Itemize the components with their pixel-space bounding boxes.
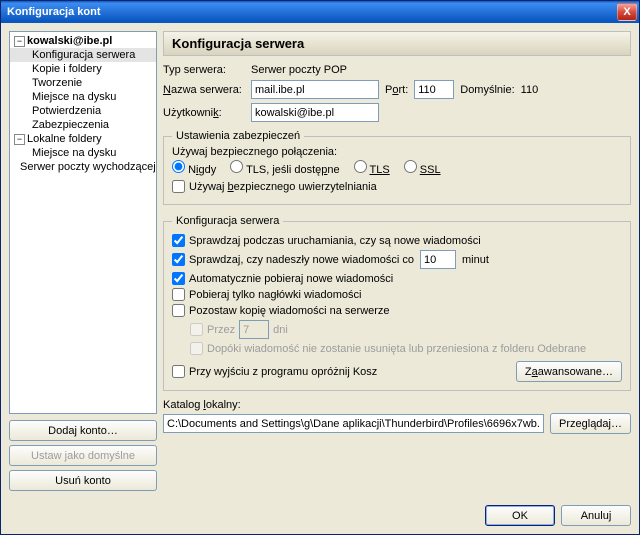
tree-item-disk[interactable]: Miejsce na dysku <box>10 90 156 104</box>
local-dir-label: Katalog lokalny: <box>163 399 631 411</box>
browse-button[interactable]: Przeglądaj… <box>550 413 631 434</box>
tree-local-folders[interactable]: −Lokalne foldery <box>10 132 156 146</box>
server-name-row: Nazwa serwera: Port: Domyślnie: 110 <box>163 80 631 99</box>
for-days-unit: dni <box>273 324 288 336</box>
server-type-row: Typ serwera: Serwer poczty POP <box>163 64 631 76</box>
content-area: −kowalski@ibe.pl Konfiguracja serwera Ko… <box>1 23 639 499</box>
auto-download-label: Automatycznie pobieraj nowe wiadomości <box>189 273 393 285</box>
check-startup-checkbox[interactable] <box>172 234 185 247</box>
remove-account-button[interactable]: Usuń konto <box>9 470 157 491</box>
user-input[interactable] <box>251 103 379 122</box>
tree-item-server-config[interactable]: Konfiguracja serwera <box>10 48 156 62</box>
leave-copy-checkbox[interactable] <box>172 304 185 317</box>
security-legend: Ustawienia zabezpieczeń <box>172 130 304 142</box>
security-fieldset: Ustawienia zabezpieczeń Używaj bezpieczn… <box>163 130 631 205</box>
check-interval-label-a: Sprawdzaj, czy nadeszły nowe wiadomości … <box>189 254 414 266</box>
account-tree[interactable]: −kowalski@ibe.pl Konfiguracja serwera Ko… <box>9 31 157 414</box>
server-config-legend: Konfiguracja serwera <box>172 215 283 227</box>
close-button[interactable]: X <box>617 3 637 21</box>
tree-item-copies[interactable]: Kopie i foldery <box>10 62 156 76</box>
secure-auth-checkbox[interactable] <box>172 180 185 193</box>
default-port-label: Domyślnie: <box>460 84 514 96</box>
for-days-checkbox <box>190 323 203 336</box>
secure-conn-label: Używaj bezpiecznego połączenia: <box>172 146 622 158</box>
server-type-label: Typ serwera: <box>163 64 245 76</box>
server-name-label: Nazwa serwera: <box>163 84 245 96</box>
cancel-button[interactable]: Anuluj <box>561 505 631 526</box>
check-interval-label-b: minut <box>462 254 489 266</box>
local-dir-input[interactable] <box>163 414 544 433</box>
main-panel: Konfiguracja serwera Typ serwera: Serwer… <box>163 31 631 491</box>
tree-outgoing[interactable]: Serwer poczty wychodzącej (S… <box>10 160 156 174</box>
for-days-label: Przez <box>207 324 235 336</box>
port-input[interactable] <box>414 80 454 99</box>
secure-auth-label: Używaj bezpiecznego uwierzytelniania <box>189 181 377 193</box>
titlebar: Konfiguracja kont X <box>1 1 639 23</box>
check-interval-checkbox[interactable] <box>172 253 185 266</box>
port-label: Port: <box>385 84 408 96</box>
add-account-button[interactable]: Dodaj konto… <box>9 420 157 441</box>
close-icon: X <box>623 6 630 18</box>
empty-trash-checkbox[interactable] <box>172 365 185 378</box>
headers-only-checkbox[interactable] <box>172 288 185 301</box>
user-label: Użytkownik: <box>163 107 245 119</box>
panel-title: Konfiguracja serwera <box>163 31 631 56</box>
empty-trash-label: Przy wyjściu z programu opróżnij Kosz <box>189 366 377 378</box>
collapse-icon[interactable]: − <box>14 36 25 47</box>
server-name-input[interactable] <box>251 80 379 99</box>
server-config-fieldset: Konfiguracja serwera Sprawdzaj podczas u… <box>163 215 631 391</box>
collapse-icon[interactable]: − <box>14 134 25 145</box>
radio-tls[interactable]: TLS <box>354 160 390 176</box>
window-title: Konfiguracja kont <box>7 6 617 18</box>
dialog-window: Konfiguracja kont X −kowalski@ibe.pl Kon… <box>0 0 640 535</box>
tree-item-receipts[interactable]: Potwierdzenia <box>10 104 156 118</box>
ok-button[interactable]: OK <box>485 505 555 526</box>
tree-item-security[interactable]: Zabezpieczenia <box>10 118 156 132</box>
advanced-button[interactable]: Zaawansowane… <box>516 361 622 382</box>
check-interval-input[interactable] <box>420 250 456 269</box>
radio-ssl[interactable]: SSL <box>404 160 441 176</box>
set-default-button: Ustaw jako domyślne <box>9 445 157 466</box>
dialog-footer: OK Anuluj <box>1 499 639 534</box>
user-row: Użytkownik: <box>163 103 631 122</box>
secure-conn-options: Nigdy TLS, jeśli dostępne TLS SSL <box>172 160 622 176</box>
check-startup-label: Sprawdzaj podczas uruchamiania, czy są n… <box>189 235 481 247</box>
for-days-input <box>239 320 269 339</box>
tree-local-disk[interactable]: Miejsce na dysku <box>10 146 156 160</box>
leave-copy-label: Pozostaw kopię wiadomości na serwerze <box>189 305 390 317</box>
radio-tls-if[interactable]: TLS, jeśli dostępne <box>230 160 339 176</box>
until-deleted-label: Dopóki wiadomość nie zostanie usunięta l… <box>207 343 586 355</box>
headers-only-label: Pobieraj tylko nagłówki wiadomości <box>189 289 361 301</box>
auto-download-checkbox[interactable] <box>172 272 185 285</box>
server-type-value: Serwer poczty POP <box>251 64 347 76</box>
radio-never[interactable]: Nigdy <box>172 160 216 176</box>
tree-account[interactable]: −kowalski@ibe.pl <box>10 34 156 48</box>
sidebar: −kowalski@ibe.pl Konfiguracja serwera Ko… <box>9 31 157 491</box>
until-deleted-checkbox <box>190 342 203 355</box>
sidebar-buttons: Dodaj konto… Ustaw jako domyślne Usuń ko… <box>9 420 157 491</box>
default-port-value: 110 <box>521 84 539 96</box>
tree-item-compose[interactable]: Tworzenie <box>10 76 156 90</box>
secure-auth-row: Używaj bezpiecznego uwierzytelniania <box>172 180 622 193</box>
